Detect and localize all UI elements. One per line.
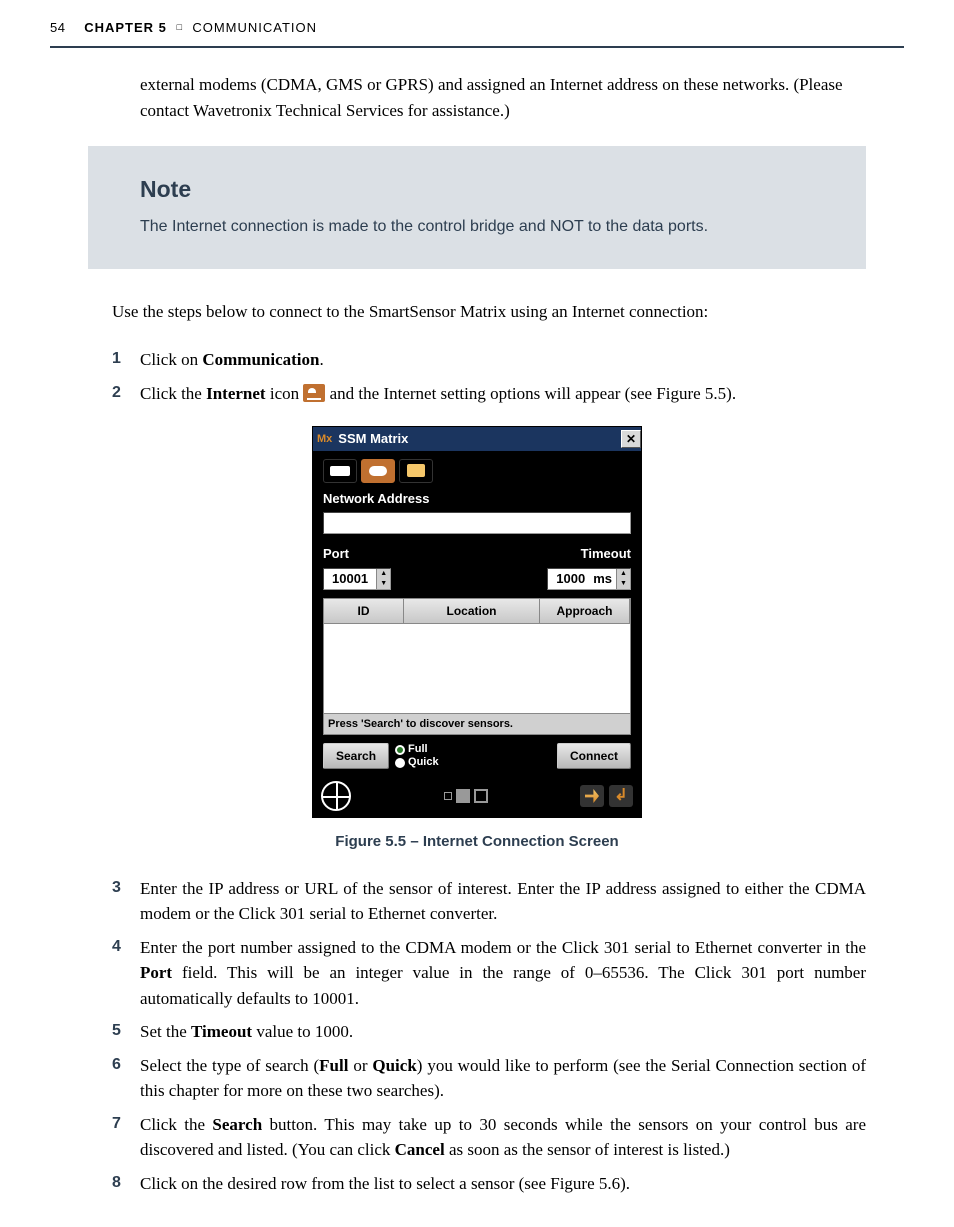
search-button[interactable]: Search — [323, 743, 389, 769]
figure-caption: Figure 5.5 – Internet Connection Screen — [0, 831, 954, 854]
sensor-table-header: ID Location Approach — [323, 598, 631, 624]
radio-quick[interactable]: Quick — [395, 756, 439, 769]
folder-icon — [407, 464, 425, 477]
col-id: ID — [324, 599, 404, 623]
serial-tab[interactable] — [323, 459, 357, 483]
keyboard-icon — [330, 466, 350, 476]
window-title: SSM Matrix — [338, 429, 408, 449]
step-number: 2 — [112, 381, 140, 407]
step-item: 2 Click the Internet icon and the Intern… — [112, 381, 866, 407]
record-icon — [474, 789, 488, 803]
step-item: 3Enter the IP address or URL of the sens… — [112, 876, 866, 927]
ssm-matrix-window: Mx SSM Matrix ✕ Network Address Port Tim… — [312, 426, 642, 818]
step-number: 4 — [112, 935, 140, 1012]
step-text: Click the Search button. This may take u… — [140, 1112, 866, 1163]
step-item: 8Click on the desired row from the list … — [112, 1171, 866, 1197]
connect-button[interactable]: Connect — [557, 743, 631, 769]
connection-tabs — [313, 451, 641, 487]
steps-list-bottom: 3Enter the IP address or URL of the sens… — [112, 876, 866, 1197]
step-item: 6Select the type of search (Full or Quic… — [112, 1053, 866, 1104]
header-rule — [50, 46, 904, 48]
globe-icon — [321, 781, 351, 811]
virtual-tab[interactable] — [399, 459, 433, 483]
status-icons — [444, 789, 488, 803]
apply-icon[interactable]: ↲ — [609, 785, 633, 807]
stop-icon — [456, 789, 470, 803]
separator-icon: □ — [171, 22, 189, 32]
timeout-label: Timeout — [581, 544, 631, 564]
mx-badge: Mx — [317, 431, 332, 448]
action-row: Search Full Quick Connect — [313, 735, 641, 777]
port-timeout-labels: Port Timeout — [313, 544, 641, 568]
step-text: Set the Timeout value to 1000. — [140, 1019, 866, 1045]
step-number: 1 — [112, 347, 140, 373]
lead-sentence: Use the steps below to connect to the Sm… — [112, 299, 866, 325]
step-text: Enter the port number assigned to the CD… — [140, 935, 866, 1012]
search-hint: Press 'Search' to discover sensors. — [323, 714, 631, 736]
sensor-table-body[interactable] — [323, 624, 631, 714]
close-button[interactable]: ✕ — [621, 430, 641, 448]
window-titlebar: Mx SSM Matrix ✕ — [313, 427, 641, 451]
step-number: 6 — [112, 1053, 140, 1104]
step-text: Enter the IP address or URL of the senso… — [140, 876, 866, 927]
internet-icon — [303, 384, 325, 402]
chapter-label: CHAPTER 5 — [84, 20, 167, 35]
step-text: Click on the desired row from the list t… — [140, 1171, 866, 1197]
step-item: 4Enter the port number assigned to the C… — [112, 935, 866, 1012]
network-address-input[interactable] — [323, 512, 631, 534]
timeout-unit: ms — [593, 569, 616, 589]
search-mode-radios: Full Quick — [395, 743, 439, 769]
small-square-icon — [444, 792, 452, 800]
intro-paragraph: external modems (CDMA, GMS or GPRS) and … — [140, 72, 866, 125]
radio-dot-icon — [395, 745, 405, 755]
timeout-value: 1000 — [548, 569, 593, 589]
chapter-title: COMMUNICATION — [192, 20, 317, 35]
page-number: 54 — [50, 20, 65, 35]
note-callout: Note The Internet connection is made to … — [88, 146, 866, 269]
port-value: 10001 — [324, 569, 376, 589]
page-header: 54 CHAPTER 5 □ COMMUNICATION — [0, 0, 954, 46]
step-text: Click the Internet icon and the Internet… — [140, 381, 866, 407]
step-text: Select the type of search (Full or Quick… — [140, 1053, 866, 1104]
port-spinner[interactable]: 10001 ▲▼ — [323, 568, 391, 590]
col-location: Location — [404, 599, 540, 623]
radio-dot-icon — [395, 758, 405, 768]
internet-tab[interactable] — [361, 459, 395, 483]
col-approach: Approach — [540, 599, 630, 623]
step-number: 3 — [112, 876, 140, 927]
port-label: Port — [323, 544, 349, 564]
spinner-arrows-icon[interactable]: ▲▼ — [616, 569, 630, 589]
step-number: 8 — [112, 1171, 140, 1197]
radio-full[interactable]: Full — [395, 743, 439, 756]
step-number: 7 — [112, 1112, 140, 1163]
note-heading: Note — [140, 172, 838, 207]
tools-icon[interactable] — [580, 785, 604, 807]
step-number: 5 — [112, 1019, 140, 1045]
status-bar: ↲ — [313, 777, 641, 817]
network-address-label: Network Address — [313, 487, 641, 513]
step-item: 7Click the Search button. This may take … — [112, 1112, 866, 1163]
spinner-arrows-icon[interactable]: ▲▼ — [376, 569, 390, 589]
note-text: The Internet connection is made to the c… — [140, 215, 838, 239]
steps-list-top: 1 Click on Communication. 2 Click the In… — [112, 347, 866, 406]
step-item: 1 Click on Communication. — [112, 347, 866, 373]
figure-5-5: Mx SSM Matrix ✕ Network Address Port Tim… — [0, 426, 954, 819]
step-item: 5Set the Timeout value to 1000. — [112, 1019, 866, 1045]
step-text: Click on Communication. — [140, 347, 866, 373]
cloud-icon — [369, 466, 387, 476]
timeout-spinner[interactable]: 1000 ms ▲▼ — [547, 568, 631, 590]
